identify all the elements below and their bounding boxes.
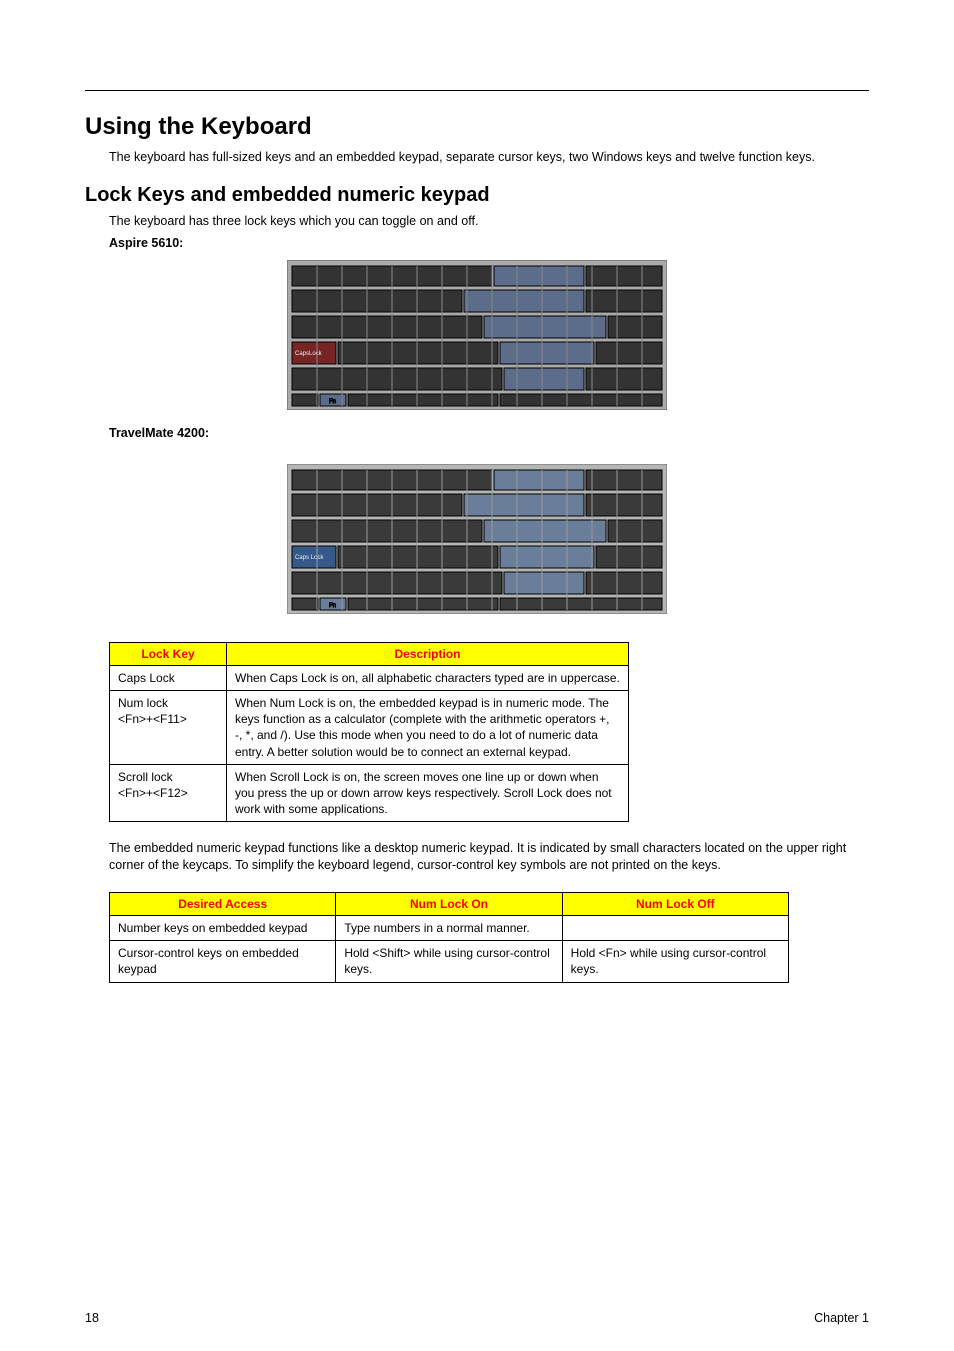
table-row: Caps Lock When Caps Lock is on, all alph… [110, 665, 629, 690]
table-row: Cursor-control keys on embedded keypad H… [110, 941, 789, 982]
cell-on: Hold <Shift> while using cursor-control … [336, 941, 562, 982]
model-label-travelmate: TravelMate 4200: [109, 426, 869, 440]
page: Using the Keyboard The keyboard has full… [0, 0, 954, 1351]
table-row: Scroll lock <Fn>+<F12> When Scroll Lock … [110, 764, 629, 822]
desired-access-table: Desired Access Num Lock On Num Lock Off … [109, 892, 789, 983]
lock-key-table: Lock Key Description Caps Lock When Caps… [109, 642, 629, 823]
svg-text:CapsLock: CapsLock [295, 351, 323, 357]
intro-block: The keyboard has full-sized keys and an … [109, 149, 869, 166]
cell-lockkey: Num lock <Fn>+<F11> [110, 690, 227, 764]
cell-off: Hold <Fn> while using cursor-control key… [562, 941, 788, 982]
page-number: 18 [85, 1311, 99, 1325]
intro-paragraph: The keyboard has full-sized keys and an … [109, 149, 869, 166]
cell-off [562, 916, 788, 941]
cell-desc: When Num Lock is on, the embedded keypad… [227, 690, 629, 764]
table-header-row: Lock Key Description [110, 642, 629, 665]
svg-text:Caps Lock: Caps Lock [295, 555, 324, 561]
cell-on: Type numbers in a normal manner. [336, 916, 562, 941]
section-title: Using the Keyboard [85, 113, 869, 141]
embedded-paragraph-block: The embedded numeric keypad functions li… [109, 840, 869, 982]
subsection-title: Lock Keys and embedded numeric keypad [85, 184, 869, 207]
page-footer: 18 Chapter 1 [85, 1311, 869, 1325]
cell-desc: When Scroll Lock is on, the screen moves… [227, 764, 629, 822]
table-row: Num lock <Fn>+<F11> When Num Lock is on,… [110, 690, 629, 764]
svg-text:Fn: Fn [329, 603, 336, 609]
th-numlock-on: Num Lock On [336, 893, 562, 916]
table-row: Number keys on embedded keypad Type numb… [110, 916, 789, 941]
keyboard-illustration-icon: CapsLock Fn [287, 260, 667, 410]
cell-access: Cursor-control keys on embedded keypad [110, 941, 336, 982]
cell-lockkey: Scroll lock <Fn>+<F12> [110, 764, 227, 822]
cell-lockkey: Caps Lock [110, 665, 227, 690]
subsection-intro: The keyboard has three lock keys which y… [109, 213, 869, 230]
table-header-row: Desired Access Num Lock On Num Lock Off [110, 893, 789, 916]
model2-block: TravelMate 4200: [109, 426, 869, 440]
keyboard-illustration-icon: Caps Lock Fn [287, 464, 667, 614]
svg-text:Fn: Fn [329, 399, 336, 405]
cell-access: Number keys on embedded keypad [110, 916, 336, 941]
keyboard-figure-travelmate: Caps Lock Fn [287, 464, 667, 614]
subsection-block: The keyboard has three lock keys which y… [109, 213, 869, 250]
chapter-label: Chapter 1 [814, 1311, 869, 1325]
th-description: Description [227, 642, 629, 665]
embedded-paragraph: The embedded numeric keypad functions li… [109, 840, 869, 874]
cell-desc: When Caps Lock is on, all alphabetic cha… [227, 665, 629, 690]
th-desired-access: Desired Access [110, 893, 336, 916]
keyboard-figure-aspire: CapsLock Fn [287, 260, 667, 410]
th-lock-key: Lock Key [110, 642, 227, 665]
header-rule [85, 90, 869, 91]
th-numlock-off: Num Lock Off [562, 893, 788, 916]
lock-table-wrap: Lock Key Description Caps Lock When Caps… [109, 642, 869, 823]
model-label-aspire: Aspire 5610: [109, 236, 869, 250]
